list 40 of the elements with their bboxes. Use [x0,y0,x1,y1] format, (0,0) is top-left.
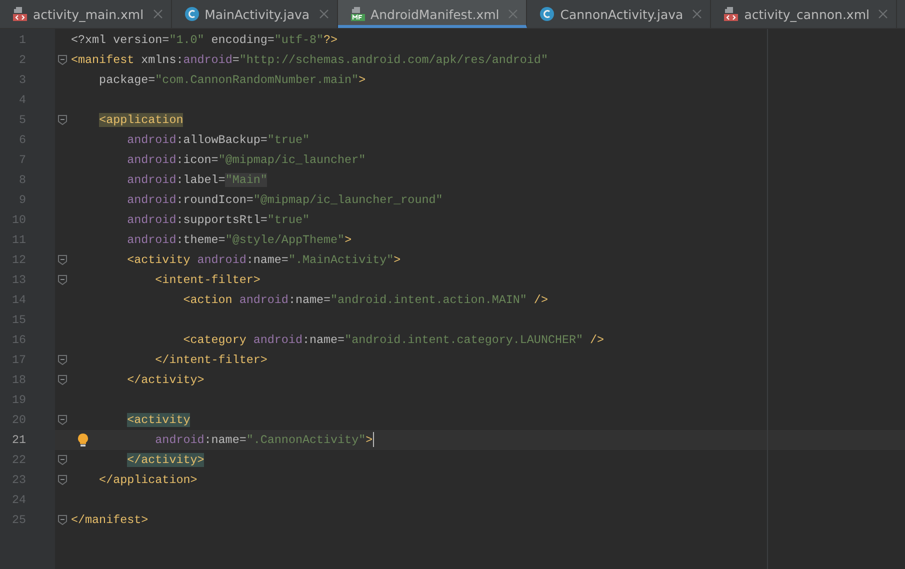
fold-marker-icon[interactable] [58,355,67,365]
line-number: 21 [10,432,26,449]
fold-marker-icon[interactable] [58,515,67,525]
fold-marker-icon[interactable] [58,375,67,385]
code-line: <manifest xmlns:android="http://schemas.android.com/apk/res/android" [71,52,548,69]
editor-tab[interactable]: MainActivity.java [172,0,338,28]
fold-marker-icon[interactable] [58,55,67,65]
code-line: <category android:name="android.intent.category.LAUNCHER" /> [182,332,604,349]
code-line: android:icon="@mipmap/ic_launcher" [126,152,366,169]
xml-file-icon [723,6,740,22]
editor-tab[interactable]: activity_main.xml [0,0,172,28]
editor-tab[interactable]: activity_cannon.xml [711,0,898,28]
code-line: <action android:name="android.intent.action.MAIN" /> [182,292,548,309]
code-line: </application> [98,472,198,489]
fold-marker-icon[interactable] [58,115,67,125]
code-line: </intent-filter> [154,352,268,369]
xml-file-icon [12,6,28,22]
code-line: android:name=".CannonActivity"> [154,431,374,449]
code-line: </activity> [126,372,204,389]
fold-marker-icon[interactable] [58,255,67,265]
code-line: android:theme="@style/AppTheme"> [126,232,352,249]
manifest-file-icon [350,6,366,22]
class-icon [539,6,556,22]
code-line: android:allowBackup="true" [126,132,310,149]
code-line: android:label="Main" [126,172,268,189]
editor-tab[interactable]: AndroidManifest.xml [338,0,528,28]
fold-marker-icon[interactable] [58,475,67,485]
fold-marker-icon[interactable] [58,455,67,465]
code-line: <?xml version="1.0" encoding="utf-8"?> [71,32,338,49]
code-line: <activity android:name=".MainActivity"> [126,252,401,269]
code-line: android:roundIcon="@mipmap/ic_launcher_round" [126,192,443,209]
class-icon [184,6,200,22]
fold-marker-icon[interactable] [58,275,67,285]
code-line: android:supportsRtl="true" [126,212,310,229]
fold-marker-icon[interactable] [58,415,67,425]
code-line: <intent-filter> [154,272,260,289]
code-line: package="com.CannonRandomNumber.main"> [98,72,366,89]
lightbulb-icon[interactable] [77,433,89,447]
code-line: </manifest> [71,512,148,529]
editor-tab[interactable]: CannonActivity.java [527,0,712,28]
